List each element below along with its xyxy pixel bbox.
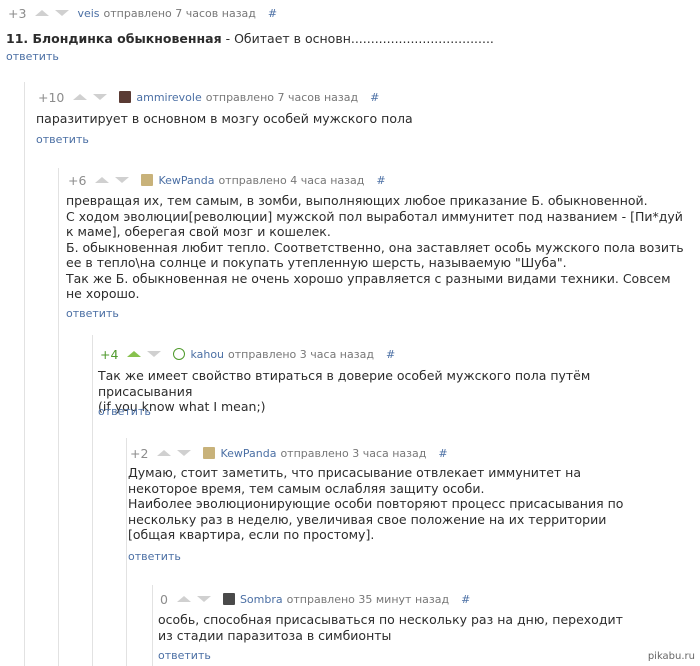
comment-author[interactable]: KewPanda xyxy=(158,174,214,187)
reply-link[interactable]: ответить xyxy=(36,133,89,146)
comment-timestamp: отправлено 7 часов назад xyxy=(205,90,359,104)
upvote-arrow-icon[interactable] xyxy=(176,596,191,602)
comment-body: особь, способная присасываться по нескол… xyxy=(158,612,628,643)
comment-timestamp: отправлено 35 минут назад xyxy=(286,592,450,606)
comment-text: паразитирует в основном в мозгу особей м… xyxy=(36,111,413,126)
comment-author[interactable]: kahou xyxy=(190,348,224,361)
comment-score: +3 xyxy=(8,5,27,21)
comment-author[interactable]: ammirevole xyxy=(136,91,201,104)
comment-body: Так же имеет свойство втираться в довери… xyxy=(98,368,678,415)
comment-text: Наиболее эволюционирующие особи повторяю… xyxy=(128,496,624,542)
thread-line-2 xyxy=(58,168,59,666)
thread-line-5 xyxy=(152,585,153,666)
upvote-arrow-icon[interactable] xyxy=(157,450,172,456)
permalink-hash[interactable]: # xyxy=(461,593,470,606)
permalink-hash[interactable]: # xyxy=(438,447,447,460)
reply-link[interactable]: ответить xyxy=(158,649,211,662)
comment-score: +10 xyxy=(38,89,65,105)
comment-text: превращая их, тем самым, в зомби, выполн… xyxy=(66,193,648,208)
permalink-hash[interactable]: # xyxy=(376,174,385,187)
site-watermark: pikabu.ru xyxy=(647,651,695,662)
comment-text: (if you know what I mean;) xyxy=(98,399,266,414)
downvote-arrow-icon[interactable] xyxy=(177,450,192,456)
comment-text: Б. обыкновенная любит тепло. Соответстве… xyxy=(66,239,684,271)
comment-body: 11. Блондинка обыкновенная - Обитает в о… xyxy=(6,31,666,47)
comment-body: Думаю, стоит заметить, что присасывание … xyxy=(128,465,628,543)
comment-score: +2 xyxy=(130,445,149,461)
comment-score: 0 xyxy=(160,591,168,607)
downvote-arrow-icon[interactable] xyxy=(115,177,130,183)
comment-meta: +2 KewPanda отправлено 3 часа назад # xyxy=(130,445,448,461)
downvote-arrow-icon[interactable] xyxy=(196,596,211,602)
downvote-arrow-icon[interactable] xyxy=(93,94,108,100)
permalink-hash[interactable]: # xyxy=(386,348,395,361)
reply-link[interactable]: ответить xyxy=(66,307,119,320)
reply-link[interactable]: ответить xyxy=(6,50,59,63)
thread-line-1 xyxy=(24,82,25,666)
comment-timestamp: отправлено 3 часа назад xyxy=(280,446,427,460)
comment-score: +6 xyxy=(68,172,87,188)
comment-meta: +3 veis отправлено 7 часов назад # xyxy=(8,5,277,21)
comment-title-bold: 11. Блондинка обыкновенная xyxy=(6,31,222,46)
comment-timestamp: отправлено 4 часа назад xyxy=(218,173,365,187)
comment-text: Так же Б. обыкновенная не очень хорошо у… xyxy=(66,270,671,302)
comment-text: - Обитает в основн......................… xyxy=(221,31,494,46)
comment-text: Думаю, стоит заметить, что присасывание … xyxy=(128,465,581,496)
avatar xyxy=(119,91,132,103)
comment-text: Так же имеет свойство втираться в довери… xyxy=(98,368,591,399)
reply-link[interactable]: ответить xyxy=(128,550,181,563)
thread-line-4 xyxy=(126,438,127,666)
permalink-hash[interactable]: # xyxy=(370,91,379,104)
upvote-arrow-icon[interactable] xyxy=(95,177,110,183)
thread-line-3 xyxy=(92,335,93,666)
downvote-arrow-icon[interactable] xyxy=(147,351,162,357)
comment-body: превращая их, тем самым, в зомби, выполн… xyxy=(66,193,686,302)
comment-timestamp: отправлено 7 часов назад xyxy=(103,6,256,20)
comment-author[interactable]: veis xyxy=(77,7,99,20)
comment-meta: +6 KewPanda отправлено 4 часа назад # xyxy=(68,172,386,188)
avatar xyxy=(141,174,154,186)
comment-author[interactable]: KewPanda xyxy=(220,447,276,460)
upvote-arrow-icon[interactable] xyxy=(73,94,88,100)
comment-meta: +10 ammirevole отправлено 7 часов назад … xyxy=(38,89,379,105)
comment-timestamp: отправлено 3 часа назад xyxy=(228,347,374,361)
comment-score: +4 xyxy=(100,346,119,362)
reply-link[interactable]: ответить xyxy=(98,405,151,418)
comment-text: особь, способная присасываться по нескол… xyxy=(158,612,623,643)
comment-meta: 0 Sombra отправлено 35 минут назад # xyxy=(160,591,470,607)
comment-author[interactable]: Sombra xyxy=(240,593,283,606)
comment-text: С ходом эволюции[революции] мужской пол … xyxy=(66,208,683,240)
avatar xyxy=(222,593,235,605)
comment-body: паразитирует в основном в мозгу особей м… xyxy=(36,111,666,127)
downvote-arrow-icon[interactable] xyxy=(55,10,70,16)
upvote-arrow-icon[interactable] xyxy=(35,10,50,16)
avatar xyxy=(173,348,186,360)
comment-meta: +4 kahou отправлено 3 часа назад # xyxy=(100,346,395,362)
upvote-arrow-icon[interactable] xyxy=(127,351,142,357)
permalink-hash[interactable]: # xyxy=(268,7,277,20)
avatar xyxy=(203,447,216,459)
